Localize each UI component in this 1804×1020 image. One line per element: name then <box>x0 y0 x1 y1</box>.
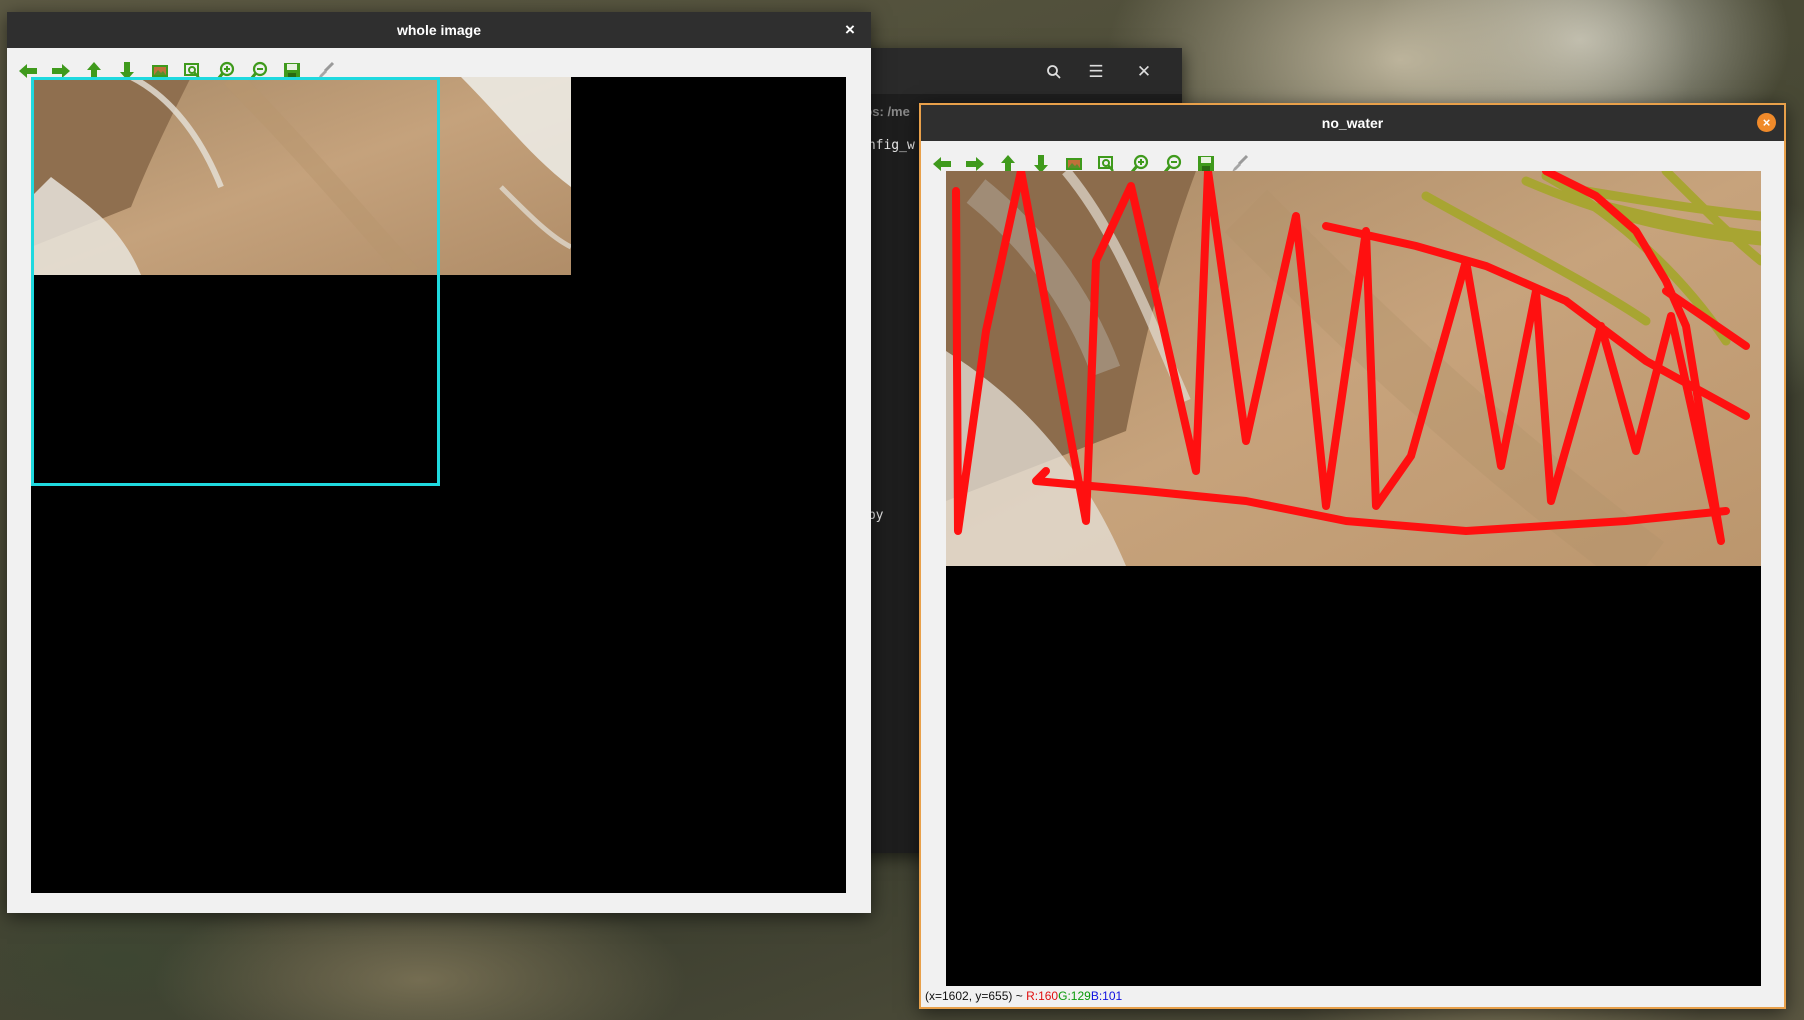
image-canvas[interactable] <box>31 77 846 893</box>
pixel-green-value: G:129 <box>1058 989 1091 1003</box>
drawing-canvas[interactable] <box>946 171 1761 986</box>
terminal-close-icon[interactable]: ✕ <box>1128 56 1160 88</box>
titlebar: whole image × <box>7 12 871 48</box>
search-icon[interactable] <box>1038 56 1070 88</box>
annotated-beach-image <box>946 171 1761 566</box>
hamburger-menu-icon[interactable]: ☰ <box>1080 56 1112 88</box>
whole-image-window[interactable]: whole image × <box>7 12 871 913</box>
window-title: no_water <box>1321 115 1384 131</box>
close-icon[interactable]: × <box>839 19 861 41</box>
pixel-red-value: R:160 <box>1026 989 1059 1003</box>
no-water-window[interactable]: no_water × (x=1602, y=655) ~ R:160 G:129… <box>919 103 1786 1009</box>
window-title: whole image <box>396 22 482 38</box>
pixel-blue-value: B:101 <box>1090 989 1123 1003</box>
terminal-header: ☰ ✕ <box>820 48 1182 94</box>
status-bar: (x=1602, y=655) ~ R:160 G:129 B:101 <box>925 987 1122 1005</box>
close-icon[interactable]: × <box>1757 113 1776 132</box>
cursor-coordinates: (x=1602, y=655) ~ <box>925 989 1027 1003</box>
titlebar: no_water × <box>921 105 1784 141</box>
selection-rectangle[interactable] <box>31 77 440 486</box>
